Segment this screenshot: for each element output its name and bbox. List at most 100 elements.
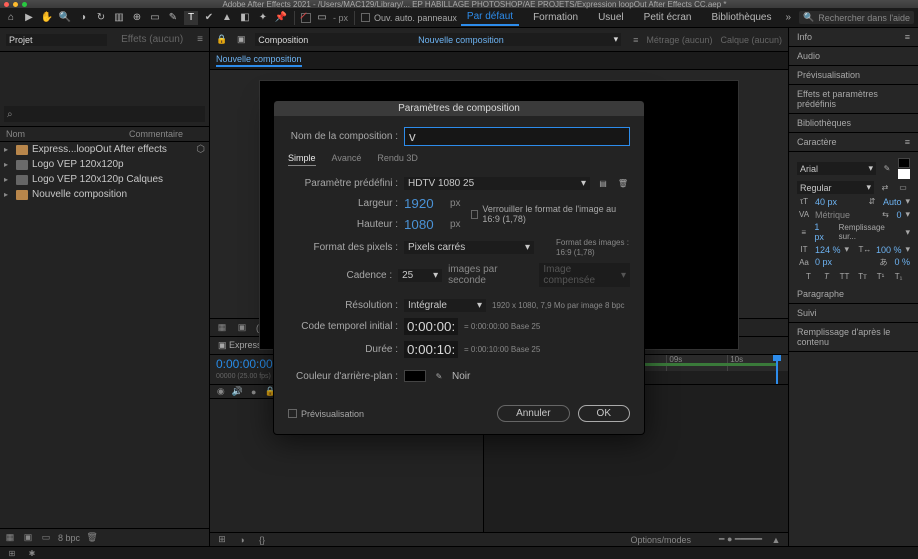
type-tool-icon[interactable]: T (184, 11, 198, 25)
solo-icon[interactable]: ● (249, 386, 259, 398)
workspace-petit-ecran[interactable]: Petit écran (638, 10, 698, 25)
close-window-icon[interactable] (4, 2, 9, 7)
workspace-formation[interactable]: Formation (527, 10, 584, 25)
auto-open-panels[interactable]: Ouv. auto. panneaux (361, 13, 457, 23)
baseline[interactable]: 0 px (815, 257, 832, 267)
panel-menu-icon[interactable]: ≡ (905, 137, 910, 147)
vscale[interactable]: 124 % (815, 245, 841, 255)
tab-effects-presets[interactable]: Effets et paramètres prédéfinis (789, 85, 918, 114)
new-comp-icon[interactable]: ▣ (22, 532, 34, 544)
font-family-dropdown[interactable]: Arial▾ (797, 162, 876, 175)
tab-rendu3d[interactable]: Rendu 3D (377, 153, 418, 166)
stroke-width-icon[interactable]: ▭ (315, 11, 329, 25)
project-search[interactable]: ⌕ (4, 106, 205, 122)
delete-preset-icon[interactable]: 🗑 (616, 179, 630, 189)
fill-swatch-icon[interactable] (301, 11, 311, 25)
new-folder-icon[interactable]: ▭ (40, 532, 52, 544)
bpc-toggle[interactable]: 8 bpc (58, 533, 80, 543)
panel-menu-icon[interactable]: ≡ (633, 35, 638, 45)
tab-calque[interactable]: Calque (aucun) (720, 35, 782, 45)
interpret-icon[interactable]: ▦ (4, 532, 16, 544)
workspace-default[interactable]: Par défaut (461, 9, 519, 26)
layer-icon[interactable]: ▣ (235, 34, 247, 46)
preset-dropdown[interactable]: HDTV 1080 25▾ (404, 177, 590, 190)
tab-composition[interactable]: Composition Nouvelle composition ▾ (255, 33, 621, 46)
bold-icon[interactable]: T (802, 271, 816, 281)
camera-tool-icon[interactable]: ▥ (112, 11, 126, 25)
tsume[interactable]: 0 % (894, 257, 910, 267)
workspace-biblio[interactable]: Bibliothèques (705, 10, 777, 25)
anchor-tool-icon[interactable]: ⊕ (130, 11, 144, 25)
zoom-tool-icon[interactable]: 🔍 (58, 11, 72, 25)
selection-tool-icon[interactable]: ▶ (22, 11, 36, 25)
workspace-overflow-icon[interactable]: » (786, 12, 792, 23)
status-icon[interactable]: ⊞ (6, 547, 18, 559)
swap-icon[interactable]: ⇄ (878, 183, 892, 193)
stroke-width[interactable]: 1 px (814, 222, 830, 242)
audio-icon[interactable]: 🔊 (232, 386, 243, 398)
home-icon[interactable]: ⌂ (4, 11, 18, 25)
workspace-usuel[interactable]: Usuel (592, 10, 630, 25)
lock-aspect-checkbox[interactable]: Verrouiller le format de l'image au 16:9… (471, 204, 630, 224)
fill-over-stroke[interactable]: Remplissage sur... (839, 223, 902, 241)
tab-paragraph[interactable]: Paragraphe (789, 285, 918, 304)
eyedropper-icon[interactable]: ✎ (880, 164, 894, 174)
start-tc-input[interactable] (404, 318, 458, 335)
effects-icon[interactable]: ◑ (236, 534, 248, 546)
subscript-icon[interactable]: T₁ (892, 271, 906, 281)
col-name[interactable]: Nom (6, 129, 129, 139)
tab-projet[interactable]: Projet (6, 34, 107, 46)
tracking-value[interactable]: 0 (896, 210, 901, 220)
status-icon[interactable]: ✱ (26, 547, 38, 559)
fill-color-swatch[interactable] (898, 158, 910, 168)
font-size[interactable]: 40 px (815, 197, 837, 207)
panel-menu-icon[interactable]: ≡ (905, 32, 910, 42)
shape-tool-icon[interactable]: ▭ (148, 11, 162, 25)
duration-input[interactable] (404, 341, 458, 358)
col-comment[interactable]: Commentaire (129, 129, 183, 139)
width-input[interactable] (404, 196, 444, 211)
maximize-window-icon[interactable] (22, 2, 27, 7)
lock-icon[interactable]: 🔒 (216, 34, 227, 45)
drop-frame-dropdown[interactable]: Image compensée▾ (539, 263, 630, 287)
none-fill-icon[interactable]: ▭ (896, 183, 910, 193)
eraser-tool-icon[interactable]: ◧ (238, 11, 252, 25)
stamp-tool-icon[interactable]: ▲ (220, 11, 234, 25)
hscale[interactable]: 100 % (876, 245, 902, 255)
font-style-dropdown[interactable]: Regular▾ (797, 181, 874, 194)
roto-tool-icon[interactable]: ✦ (256, 11, 270, 25)
hand-tool-icon[interactable]: ✋ (40, 11, 54, 25)
rotation-tool-icon[interactable]: ↻ (94, 11, 108, 25)
brush-tool-icon[interactable]: ✔ (202, 11, 216, 25)
puppet-tool-icon[interactable]: 📌 (274, 11, 288, 25)
kerning-value[interactable]: Métrique (815, 210, 850, 220)
height-input[interactable] (404, 217, 444, 232)
delete-icon[interactable]: 🗑 (86, 532, 98, 544)
pen-tool-icon[interactable]: ✎ (166, 11, 180, 25)
tab-metrage[interactable]: Métrage (aucun) (646, 35, 712, 45)
ok-button[interactable]: OK (578, 405, 630, 422)
tab-content-aware[interactable]: Remplissage d'après le contenu (789, 323, 918, 352)
orbit-tool-icon[interactable]: ◑ (76, 11, 90, 25)
brackets-icon[interactable]: {} (256, 534, 268, 546)
italic-icon[interactable]: T (820, 271, 834, 281)
tab-info[interactable]: Info (797, 32, 812, 42)
preview-checkbox[interactable]: Prévisualisation (288, 409, 364, 419)
project-item[interactable]: ▸Logo VEP 120x120p (0, 157, 209, 172)
tab-libraries[interactable]: Bibliothèques (789, 114, 918, 133)
comp-breadcrumb[interactable]: Nouvelle composition (216, 54, 302, 67)
tab-simple[interactable]: Simple (288, 153, 316, 166)
tab-suivi[interactable]: Suivi (789, 304, 918, 323)
project-item[interactable]: ▸Nouvelle composition (0, 187, 209, 202)
bg-color-swatch[interactable] (404, 370, 426, 382)
tab-caractere[interactable]: Caractère (797, 137, 837, 147)
grid-icon[interactable]: ▦ (216, 322, 228, 334)
leading-value[interactable]: Auto (883, 197, 902, 207)
tab-effets[interactable]: Effets (aucun) (121, 34, 183, 45)
minimize-window-icon[interactable] (13, 2, 18, 7)
project-item[interactable]: ▸Express...loopOut After effects⬡ (0, 142, 209, 157)
help-search[interactable]: 🔍 Rechercher dans l'aide (799, 11, 914, 24)
eyedropper-icon[interactable]: ✎ (432, 371, 446, 381)
resolution-dropdown[interactable]: Intégrale▾ (404, 299, 486, 312)
tab-audio[interactable]: Audio (789, 47, 918, 66)
